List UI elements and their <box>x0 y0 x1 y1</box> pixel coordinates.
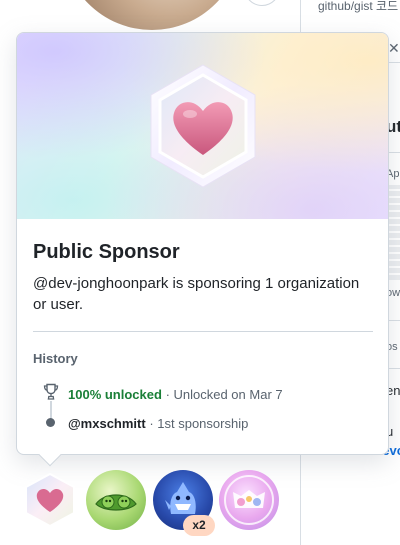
achievement-multiplier: x2 <box>183 515 215 536</box>
unlock-date: · Unlocked on Mar 7 <box>165 387 283 402</box>
status-emoji-button[interactable] <box>244 0 280 6</box>
achievement-description: @dev-jonghoonpark is sponsoring 1 organi… <box>33 275 360 313</box>
divider <box>33 331 373 332</box>
profile-avatar[interactable] <box>62 0 242 30</box>
close-icon[interactable]: ✕ <box>388 40 400 57</box>
repo-link[interactable]: github/gist 코드 <box>318 0 398 14</box>
sponsor-user-link[interactable]: @mxschmitt <box>68 416 146 431</box>
trophy-icon <box>43 383 59 400</box>
achievement-hero <box>17 33 388 219</box>
unlock-row: 100% unlocked · Unlocked on Mar 7 <box>68 387 283 402</box>
history-heading: History <box>33 351 78 366</box>
achievement-title: Public Sponsor <box>33 241 180 263</box>
heart-hexagon-icon <box>25 472 75 528</box>
peas-icon <box>95 494 137 511</box>
unlock-status: 100% unlocked <box>68 387 162 402</box>
timeline-dot <box>46 418 55 427</box>
achievement-popover: Public Sponsor @dev-jonghoonpark is spon… <box>16 32 389 455</box>
heart-hexagon-icon <box>150 64 256 188</box>
sponsorship-row: @mxschmitt · 1st sponsorship <box>68 416 248 431</box>
pair-extraordinaire-badge[interactable] <box>86 470 146 530</box>
sponsorship-note: · 1st sponsorship <box>149 416 249 431</box>
yolo-icon <box>224 475 274 525</box>
timeline-line <box>50 401 52 419</box>
public-sponsor-badge[interactable] <box>20 470 80 530</box>
yolo-badge[interactable] <box>219 470 279 530</box>
